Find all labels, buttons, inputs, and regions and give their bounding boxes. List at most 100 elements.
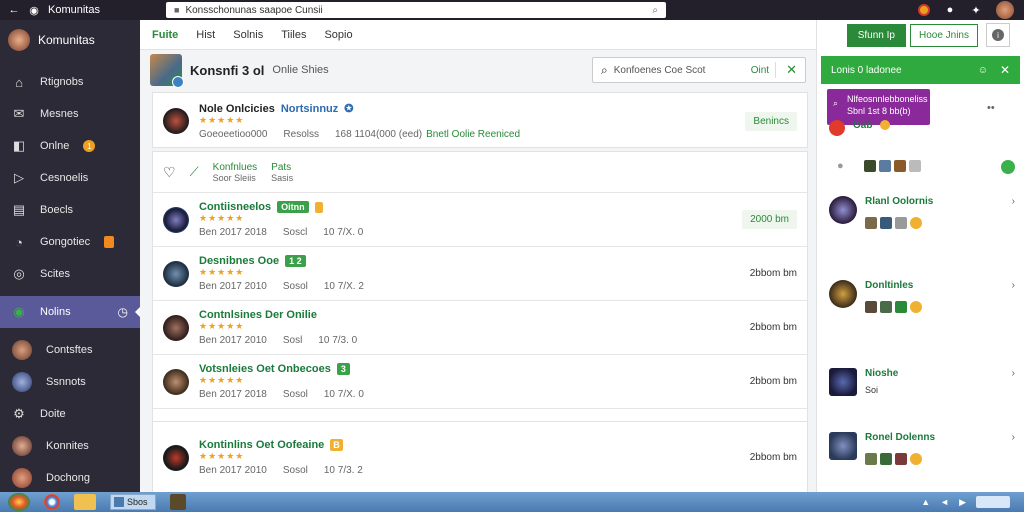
row-text: Contnlsines Der Onilie ★★★★★ Ben 2017 20… (199, 309, 357, 346)
list-item[interactable]: Donltinles › (829, 280, 1015, 313)
chevron-right-icon[interactable]: › (1012, 280, 1015, 291)
notification-badge: 1 (83, 140, 96, 152)
taskbar-window-label: Sbos (127, 497, 148, 507)
system-tray: ▲ ◄ ▶ (921, 496, 1024, 508)
thumbnail (895, 217, 907, 229)
search-icon[interactable]: ⌕ (652, 5, 658, 16)
rating-stars: ★★★★★ (199, 375, 245, 385)
table-row[interactable]: Contnlsines Der Onilie ★★★★★ Ben 2017 20… (153, 301, 807, 355)
sidebar-item-rtignobs[interactable]: ⌂ Rtignobs (0, 66, 140, 98)
table-row[interactable]: Desnibnes Ooe 1 2 ★★★★★ Ben 2017 2010 Soso… (153, 247, 807, 301)
thumbnail (865, 217, 877, 229)
volume-icon[interactable]: ◄ (940, 497, 949, 507)
chevron-right-icon[interactable]: › (1012, 196, 1015, 207)
network-icon[interactable]: ▲ (921, 497, 930, 507)
user-icon[interactable]: ● (944, 4, 956, 16)
meta-value: 10 7/X. 0 (323, 389, 364, 400)
list-item-name: Ronel Dolenns (865, 432, 936, 443)
leaf-icon: ⟋ (189, 164, 199, 179)
address-url[interactable]: Konsschonunas saapoe Cunsii (185, 5, 646, 16)
rating-stars: ★★★★★ (199, 267, 245, 277)
whatsapp-icon[interactable] (1001, 160, 1015, 174)
thumbnail-strip (865, 453, 935, 465)
thumbnail (908, 160, 921, 172)
app-icon[interactable] (170, 494, 186, 510)
sidebar-item-konnites[interactable]: Konnites (0, 430, 140, 462)
search-placeholder[interactable]: Konfoenes Coe Scot (614, 65, 745, 76)
tab-solnis[interactable]: Solnis (233, 29, 263, 41)
status-badge: B (330, 439, 343, 451)
tab-hist[interactable]: Hist (196, 29, 215, 41)
search-action-button[interactable]: Oint (751, 65, 769, 76)
title-area: ← ◉ Komunitas (0, 4, 140, 17)
table-row[interactable]: Kontinlins Oet Oofeaine B ★★★★★ Ben 2017 … (153, 422, 807, 493)
book-icon: ▤ (12, 202, 26, 217)
avatar[interactable] (8, 29, 30, 51)
row-meta: Ben 2017 2018 Soscl 10 7/X. 0 (199, 227, 363, 238)
start-button-icon[interactable] (8, 493, 30, 511)
tab-fuite[interactable]: Fuite (152, 29, 178, 41)
more-icon[interactable]: •• (987, 102, 995, 114)
primary-button[interactable]: Sfunn Ip (846, 23, 906, 47)
sidebar-item-doite[interactable]: ⚙ Doite (0, 398, 140, 430)
right-panel-actions: Sfunn Ip Hooe Jnins i (817, 20, 1024, 50)
browser-icon[interactable] (44, 494, 60, 510)
sidebar-item-boecls[interactable]: ▤ Boecls (0, 194, 140, 226)
profile-image[interactable] (150, 54, 184, 88)
tab-tiiles[interactable]: Tiiles (281, 29, 306, 41)
info-button[interactable]: i (986, 23, 1010, 47)
avatar[interactable] (996, 1, 1014, 19)
table-row[interactable]: Contiisneelos Oitnn ★★★★★ Ben 2017 2018 So… (153, 193, 807, 247)
smile-icon[interactable]: ☺ (978, 65, 988, 76)
feature-row[interactable]: Nole Onlcicies Nortsinnuz ✪ ★★★★★ Goeoeeti… (153, 93, 807, 149)
sidebar-item-scites[interactable]: ◎ Scites (0, 258, 140, 290)
list-item[interactable]: Nioshe Soi › (829, 368, 1015, 396)
notification-icon[interactable] (918, 4, 930, 16)
heart-icon[interactable]: ♡ (163, 164, 176, 181)
sidebar-header: Komunitas (0, 20, 140, 60)
feature-link[interactable]: Nortsinnuz (281, 103, 338, 115)
back-arrow-icon[interactable]: ← (8, 4, 20, 16)
chevron-right-icon[interactable]: › (1012, 368, 1015, 379)
results-list-more: Kontinlins Oet Oofeaine B ★★★★★ Ben 2017 … (152, 421, 808, 492)
search-input[interactable]: ⌕ Konfoenes Coe Scot Oint ✕ (592, 57, 806, 83)
tab-sopio[interactable]: Sopio (324, 29, 352, 41)
sidebar-item-nolins[interactable]: ◉ Nolins ◷ (0, 296, 141, 328)
row-title: Desnibnes Ooe 1 2 (199, 255, 364, 267)
list-item[interactable]: Oab (829, 120, 1015, 136)
folder-icon[interactable] (74, 494, 96, 510)
table-row[interactable]: Votsnleies Oet Onbecoes 3 ★★★★★ Ben 2017 … (153, 355, 807, 409)
address-bar[interactable]: ■ Konsschonunas saapoe Cunsii ⌕ (166, 2, 666, 18)
sidebar-item-label: Scites (40, 268, 70, 280)
list-item[interactable]: Rlanl Oolornis › (829, 196, 1015, 229)
close-icon[interactable]: ✕ (1000, 63, 1010, 77)
list-item[interactable]: Ronel Dolenns › (829, 432, 1015, 465)
sidebar-item-contsftes[interactable]: Contsftes (0, 334, 140, 366)
avatar (163, 444, 189, 471)
thumbnail (880, 301, 892, 313)
feature-card: Nole Onlcicies Nortsinnuz ✪ ★★★★★ Goeoeeti… (152, 92, 808, 148)
sidebar-item-dochong[interactable]: Dochong (0, 462, 140, 494)
row-text: Desnibnes Ooe 1 2 ★★★★★ Ben 2017 2010 Soso… (199, 255, 364, 292)
clock-icon: ◷ (117, 305, 128, 319)
close-icon[interactable]: ✕ (775, 62, 797, 78)
panel-header-title: Lonis 0 ladonee (831, 64, 902, 76)
secondary-button[interactable]: Hooe Jnins (909, 23, 978, 47)
menu-icon[interactable]: ✦ (970, 4, 982, 17)
sidebar-item-onlne[interactable]: ◧ Onlne 1 (0, 130, 140, 162)
sidebar-item-mesnes[interactable]: ✉ Mesnes (0, 98, 140, 130)
chevron-right-icon[interactable]: › (1012, 432, 1015, 443)
clock[interactable] (976, 496, 1010, 508)
row-action-button[interactable]: 2000 bm (742, 210, 797, 229)
list-item[interactable]: ● (829, 160, 1015, 174)
sidebar-item-ssnnots[interactable]: Ssnnots (0, 366, 140, 398)
toggle-a[interactable]: Konfnlues Soor Sleiis (213, 162, 257, 183)
taskbar-window[interactable]: Sbos (110, 494, 156, 510)
flag-icon[interactable]: ▶ (959, 497, 966, 508)
row-text: Kontinlins Oet Oofeaine B ★★★★★ Ben 2017 … (199, 439, 363, 476)
sidebar-item-cesnoelis[interactable]: ▷ Cesnoelis (0, 162, 140, 194)
toggle-b[interactable]: Pats Sasis (271, 162, 293, 183)
sidebar-item-gongotiec[interactable]: ◔ Gongotiec (0, 226, 140, 258)
feature-button[interactable]: Benincs (745, 111, 797, 131)
lock-icon: ■ (174, 5, 180, 15)
